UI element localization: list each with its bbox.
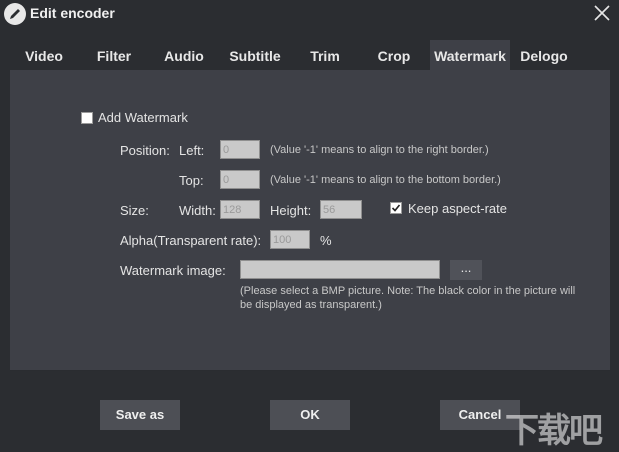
position-label: Position: — [120, 143, 170, 158]
tab-bar: Video Filter Audio Subtitle Trim Crop Wa… — [10, 40, 610, 70]
left-label: Left: — [179, 143, 205, 158]
width-label: Width: — [179, 203, 216, 218]
add-watermark-checkbox[interactable] — [81, 112, 93, 124]
top-label: Top: — [179, 173, 204, 188]
size-label: Size: — [120, 203, 149, 218]
top-input[interactable]: 0 — [220, 170, 260, 189]
tab-audio[interactable]: Audio — [150, 40, 218, 70]
save-as-button[interactable]: Save as — [100, 400, 180, 430]
tab-trim[interactable]: Trim — [296, 40, 354, 70]
pencil-icon — [4, 3, 26, 25]
browse-button[interactable]: ... — [450, 260, 482, 280]
tab-filter[interactable]: Filter — [82, 40, 146, 70]
window-title: Edit encoder — [30, 5, 115, 21]
checkmark-icon — [391, 204, 401, 212]
image-hint: (Please select a BMP picture. Note: The … — [240, 285, 576, 311]
top-hint: (Value '-1' means to align to the bottom… — [270, 174, 501, 186]
tab-delogo[interactable]: Delogo — [512, 40, 576, 70]
site-watermark: 下载吧 — [505, 406, 613, 450]
ok-button[interactable]: OK — [270, 400, 350, 430]
left-hint: (Value '-1' means to align to the right … — [270, 144, 489, 156]
watermark-panel: Add Watermark Position: Left: 0 (Value '… — [10, 70, 610, 371]
alpha-input[interactable]: 100 — [270, 230, 310, 249]
tab-crop[interactable]: Crop — [362, 40, 426, 70]
title-bar: Edit encoder — [0, 0, 619, 30]
height-label: Height: — [270, 203, 312, 218]
width-input[interactable]: 128 — [220, 200, 260, 219]
add-watermark-label: Add Watermark — [98, 110, 188, 125]
tab-video[interactable]: Video — [10, 40, 78, 70]
keep-aspect-checkbox[interactable] — [390, 202, 402, 214]
height-input[interactable]: 56 — [320, 200, 362, 219]
tab-watermark[interactable]: Watermark — [430, 40, 510, 70]
tab-subtitle[interactable]: Subtitle — [220, 40, 290, 70]
alpha-label: Alpha(Transparent rate): — [120, 233, 262, 248]
watermark-image-input[interactable] — [240, 260, 440, 279]
keep-aspect-label: Keep aspect-rate — [408, 201, 508, 216]
close-icon[interactable] — [593, 4, 611, 22]
left-input[interactable]: 0 — [220, 140, 260, 159]
site-watermark-text: 下载吧 — [505, 411, 603, 450]
watermark-image-label: Watermark image: — [120, 263, 226, 278]
alpha-unit: % — [320, 233, 332, 248]
